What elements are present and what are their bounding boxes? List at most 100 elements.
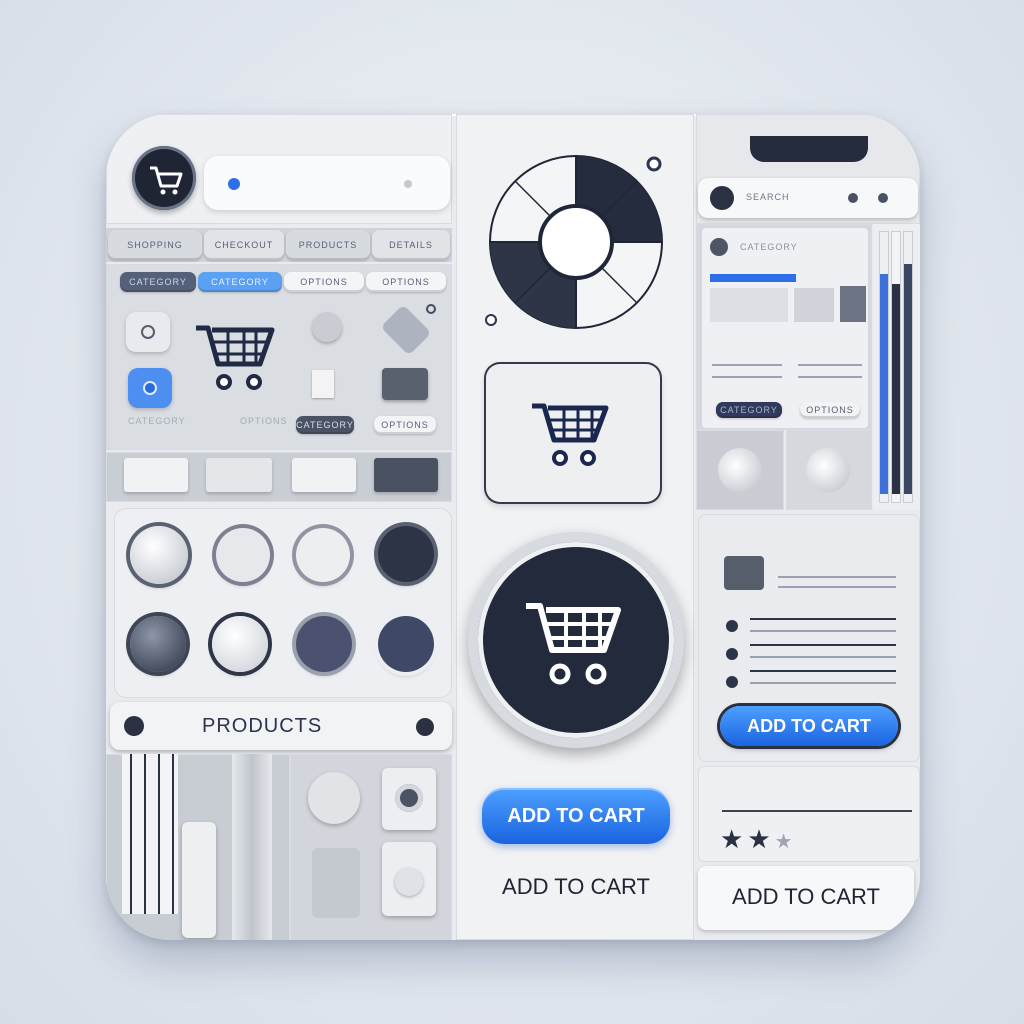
small-button-1[interactable]: OPTIONS [374,416,436,434]
phone-search-bar[interactable]: SEARCH [698,178,918,218]
text-line [778,576,896,578]
filter-chip-3[interactable] [374,458,438,492]
app-card: SHOPPING CHECKOUT PRODUCTS DETAILS CATEG… [106,114,920,940]
search-bar[interactable] [204,156,450,210]
round-button[interactable] [216,528,270,582]
text-line [778,586,896,588]
text-line [798,376,862,378]
filter-chip-1[interactable] [206,458,272,492]
phone-notch [750,136,868,162]
text-line [750,682,896,684]
filter-chip-2[interactable] [292,458,356,492]
bullet-icon [726,648,738,660]
tab-2[interactable]: PRODUCTS [286,230,370,260]
circle-icon [141,325,155,339]
tag-icon [312,370,334,398]
products-bar[interactable]: PRODUCTS [110,702,452,750]
text-line [798,364,862,366]
knob-icon [395,868,423,896]
text-line [712,364,782,366]
toggle-icon [416,718,434,736]
round-button[interactable] [130,526,188,584]
round-button[interactable] [130,616,186,672]
gauge-icon[interactable] [308,772,360,824]
dot-icon [404,180,412,188]
toggle-button-active[interactable] [128,368,172,408]
search-icon [710,186,734,210]
round-button[interactable] [296,528,350,582]
text-line [750,670,896,672]
subtab-0[interactable]: CATEGORY [120,272,196,292]
text-line [722,810,912,812]
bullet-icon [726,676,738,688]
add-to-cart-text: ADD TO CART [732,884,880,909]
products-label: PRODUCTS [202,715,323,737]
text-line [712,376,782,378]
stripe [880,274,888,494]
device-icon[interactable] [382,842,436,916]
leaf-tile[interactable] [696,430,784,510]
star-filled-icon: ★ [720,824,748,854]
add-to-cart-button-blue[interactable]: ADD TO CART [482,788,670,844]
lens-icon [395,784,423,812]
bottle-icon [182,822,216,938]
round-button[interactable] [378,616,434,672]
add-to-cart-card[interactable]: ADD TO CART [698,866,914,930]
mini-button-0[interactable]: CATEGORY [716,402,782,418]
dot-icon [878,193,888,203]
stripe [892,284,900,494]
round-button[interactable] [212,616,268,672]
text-line [750,644,896,646]
status-dot-icon [228,178,240,190]
subtab-3[interactable]: OPTIONS [366,272,446,292]
progress-bar [710,274,796,282]
cart-icon [526,603,621,685]
subtab-2[interactable]: OPTIONS [284,272,364,292]
phone-screen-inner: CATEGORY CATEGORY OPTIONS [702,228,868,428]
text-line [750,656,896,658]
plant-icon [806,448,850,492]
subtab-1[interactable]: CATEGORY [198,272,282,292]
menu-icon [124,716,144,736]
leaf-tile[interactable] [786,430,872,510]
round-button[interactable] [378,526,434,582]
field-label-0: CATEGORY [128,416,186,426]
tab-1[interactable]: CHECKOUT [204,230,284,260]
add-to-cart-button-blue[interactable]: ADD TO CART [720,706,898,746]
image-placeholder [840,286,866,322]
plant-icon [312,848,360,918]
tab-0[interactable]: SHOPPING [108,230,202,260]
cart-card[interactable] [486,364,660,502]
dot-icon [426,304,436,314]
dot-icon [848,193,858,203]
avatar [710,238,728,256]
filter-chip-0[interactable] [124,458,188,492]
image-placeholder [794,288,834,322]
toggle-button[interactable] [126,312,170,352]
small-button-0[interactable]: CATEGORY [296,416,354,434]
star-filled-icon: ★ [747,824,775,854]
leaf-icon [718,448,762,492]
mini-button-1[interactable]: OPTIONS [800,402,860,418]
round-button[interactable] [296,616,352,672]
text-line [750,630,896,632]
logo[interactable] [132,146,196,210]
image-icon[interactable] [382,368,428,400]
cart-circle-inner [478,542,674,738]
cart-icon [532,403,609,466]
rating-panel: ★★★ [698,766,920,862]
column-divider [232,754,272,940]
cart-circle-button[interactable] [468,532,684,748]
tab-3[interactable]: DETAILS [372,230,450,260]
bullet-icon [726,620,738,632]
stripe [904,264,912,494]
add-to-cart-text[interactable]: ADD TO CART [470,874,682,900]
phone-search-label: SEARCH [746,192,790,202]
circle-icon [143,381,157,395]
stripes-icon [122,754,178,914]
swirl-icon[interactable] [312,312,342,342]
star-empty-icon: ★ [774,831,797,853]
camera-icon[interactable] [382,768,436,830]
cart-icon [150,166,183,195]
side-stripes [874,224,920,510]
